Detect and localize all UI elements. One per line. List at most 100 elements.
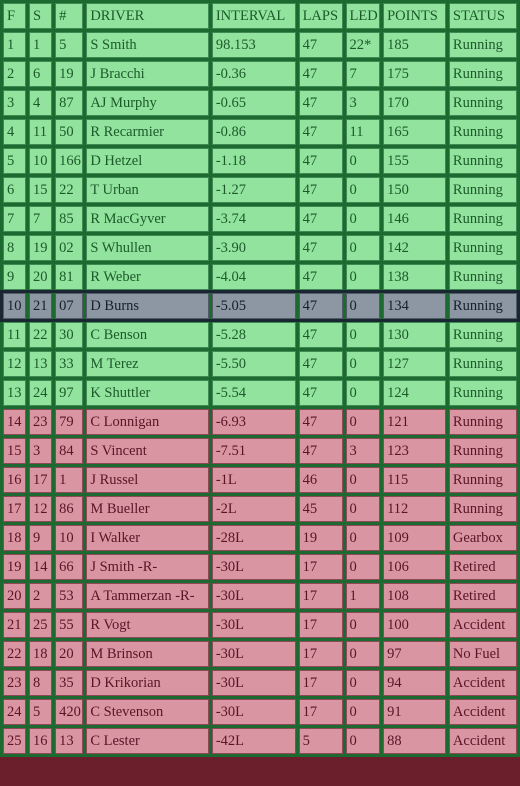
table-row[interactable]: 12 13 33 M Terez -5.50 47 0 127 Running (3, 351, 517, 377)
cell-finish: 18 (3, 525, 27, 551)
cell-car-number: 79 (55, 409, 84, 435)
cell-status: Running (448, 438, 517, 464)
table-row[interactable]: 115S Smith 98.153 47 22* 185 Running (3, 32, 517, 58)
cell-car-number: 13 (55, 728, 84, 754)
cell-laps: 47 (298, 206, 343, 232)
table-row[interactable]: 15 3 84 S Vincent -7.51 47 3 123 Running (3, 438, 517, 464)
cell-status: Accident (448, 728, 517, 754)
cell-led: 0 (345, 380, 381, 406)
header-points[interactable]: POINTS (383, 3, 446, 29)
header-status[interactable]: STATUS (448, 3, 517, 29)
table-row[interactable]: 7 7 85 R MacGyver -3.74 47 0 146 Running (3, 206, 517, 232)
table-row[interactable]: 13 24 97 K Shuttler -5.54 47 0 124 Running (3, 380, 517, 406)
cell-finish: 5 (3, 148, 27, 174)
cell-status: Running (448, 496, 517, 522)
table-row[interactable]: 3 4 87 AJ Murphy -0.65 47 3 170 Running (3, 90, 517, 116)
cell-driver: D Hetzel (86, 148, 209, 174)
cell-car-number: 20 (55, 641, 84, 667)
cell-status: Gearbox (448, 525, 517, 551)
cell-led: 0 (345, 699, 381, 725)
cell-car-number: 87 (55, 90, 84, 116)
cell-status: No Fuel (448, 641, 517, 667)
cell-points: 124 (383, 380, 446, 406)
cell-car-number: 10 (55, 525, 84, 551)
cell-led: 0 (345, 670, 381, 696)
cell-led: 3 (345, 438, 381, 464)
cell-start: 23 (29, 409, 53, 435)
table-row[interactable]: 16 17 1 J Russel -1L 46 0 115 Running (3, 467, 517, 493)
cell-points: 138 (383, 264, 446, 290)
cell-finish: 20 (3, 583, 27, 609)
table-row[interactable]: 17 12 86 M Bueller -2L 45 0 112 Running (3, 496, 517, 522)
header-finish[interactable]: F (3, 3, 27, 29)
header-driver[interactable]: DRIVER (86, 3, 209, 29)
table-row[interactable]: 14 23 79 C Lonnigan -6.93 47 0 121 Running (3, 409, 517, 435)
table-row[interactable]: 10 21 07 D Burns -5.05 47 0 134 Running (0, 290, 520, 322)
table-row[interactable]: 8 19 02 S Whullen -3.90 47 0 142 Running (3, 235, 517, 261)
cell-laps: 17 (298, 699, 343, 725)
cell-led: 11 (345, 119, 381, 145)
race-results-page: F S # DRIVER INTERVAL LAPS LED POINTS ST… (0, 0, 520, 786)
cell-led: 7 (345, 61, 381, 87)
cell-car-number: 86 (55, 496, 84, 522)
cell-led: 0 (345, 177, 381, 203)
table-row[interactable]: 11 22 30 C Benson -5.28 47 0 130 Running (3, 322, 517, 348)
cell-status: Running (448, 90, 517, 116)
cell-car-number: 81 (55, 264, 84, 290)
table-row[interactable]: 6 15 22 T Urban -1.27 47 0 150 Running (3, 177, 517, 203)
table-row[interactable]: 22 18 20 M Brinson -30L 17 0 97 No Fuel (3, 641, 517, 667)
cell-finish: 2 (3, 61, 27, 87)
cell-laps: 47 (298, 177, 343, 203)
cell-finish: 19 (3, 554, 27, 580)
table-row[interactable]: 2 6 19 J Bracchi -0.36 47 7 175 Running (3, 61, 517, 87)
cell-car-number: 35 (55, 670, 84, 696)
cell-points: 121 (383, 409, 446, 435)
cell-laps: 47 (298, 293, 343, 319)
table-row[interactable]: 9 20 81 R Weber -4.04 47 0 138 Running (3, 264, 517, 290)
table-row[interactable]: 25 16 13 C Lester -42L 5 0 88 Accident (3, 728, 517, 754)
cell-finish: 22 (3, 641, 27, 667)
header-interval[interactable]: INTERVAL (211, 3, 296, 29)
cell-car-number: 66 (55, 554, 84, 580)
cell-driver: J Bracchi (86, 61, 209, 87)
table-row[interactable]: 4 11 50 R Recarmier -0.86 47 11 165 Running (3, 119, 517, 145)
cell-finish: 1 (3, 32, 27, 58)
header-laps[interactable]: LAPS (298, 3, 343, 29)
cell-driver: R Weber (86, 264, 209, 290)
cell-points: 134 (383, 293, 446, 319)
cell-interval: 98.153 (211, 32, 296, 58)
cell-laps: 47 (298, 409, 343, 435)
cell-finish: 21 (3, 612, 27, 638)
table-row[interactable]: 21 25 55 R Vogt -30L 17 0 100 Accident (3, 612, 517, 638)
header-start[interactable]: S (29, 3, 53, 29)
cell-car-number: 85 (55, 206, 84, 232)
cell-laps: 47 (298, 264, 343, 290)
cell-points: 170 (383, 90, 446, 116)
cell-led: 0 (345, 554, 381, 580)
cell-points: 127 (383, 351, 446, 377)
cell-start: 8 (29, 670, 53, 696)
cell-points: 165 (383, 119, 446, 145)
table-row[interactable]: 23 8 35 D Krikorian -30L 17 0 94 Accident (3, 670, 517, 696)
table-row[interactable]: 18 9 10 I Walker -28L 19 0 109 Gearbox (3, 525, 517, 551)
cell-points: 123 (383, 438, 446, 464)
cell-led: 0 (345, 148, 381, 174)
cell-interval: -42L (211, 728, 296, 754)
cell-start: 5 (29, 699, 53, 725)
header-led[interactable]: LED (345, 3, 381, 29)
cell-led: 0 (345, 264, 381, 290)
cell-car-number: 420 (55, 699, 84, 725)
cell-start: 13 (29, 351, 53, 377)
table-row[interactable]: 20 2 53 A Tammerzan -R- -30L 17 1 108 Retired (3, 583, 517, 609)
cell-laps: 47 (298, 438, 343, 464)
cell-status: Running (448, 206, 517, 232)
cell-status: Running (448, 322, 517, 348)
cell-led: 0 (345, 322, 381, 348)
table-row[interactable]: 5 10 166 D Hetzel -1.18 47 0 155 Running (3, 148, 517, 174)
cell-driver: T Urban (86, 177, 209, 203)
table-row[interactable]: 19 14 66 J Smith -R- -30L 17 0 106 Retired (3, 554, 517, 580)
cell-interval: -5.28 (211, 322, 296, 348)
cell-finish: 8 (3, 235, 27, 261)
table-row[interactable]: 24 5 420 C Stevenson -30L 17 0 91 Accident (3, 699, 517, 725)
header-car-number[interactable]: # (55, 3, 84, 29)
